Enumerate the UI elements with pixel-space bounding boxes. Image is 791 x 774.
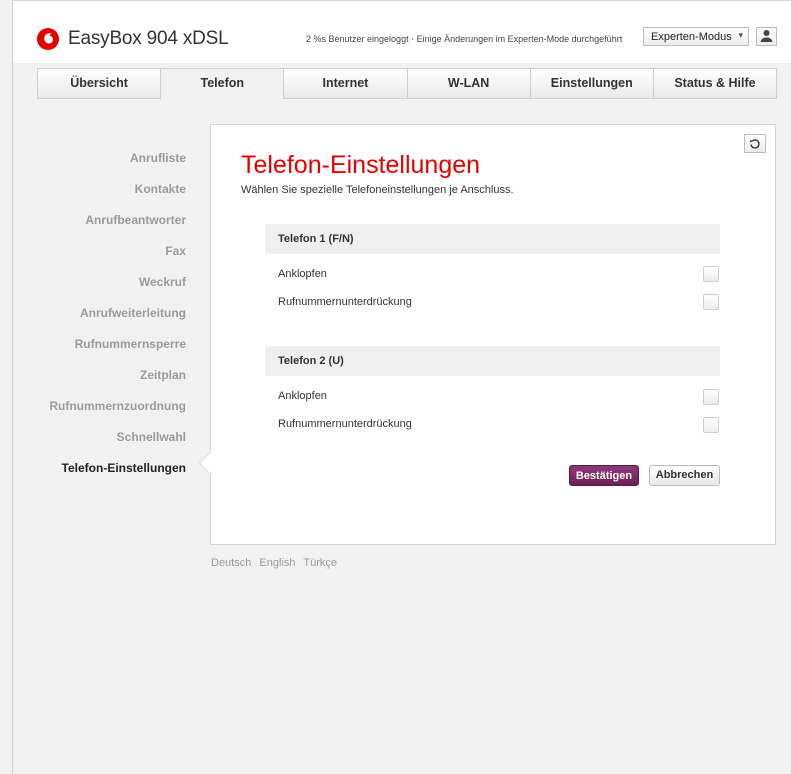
mode-select[interactable]: Experten-Modus ▾ xyxy=(643,27,749,46)
sidebar-item-anrufweiterleitung[interactable]: Anrufweiterleitung xyxy=(0,298,186,329)
tab-wlan[interactable]: W-LAN xyxy=(406,68,530,99)
sidebar-item-telefon-einstellungen[interactable]: Telefon-Einstellungen xyxy=(0,453,186,484)
main-nav: Übersicht Telefon Internet W-LAN Einstel… xyxy=(37,68,778,100)
vodafone-logo xyxy=(37,28,59,50)
panel-pointer-fill xyxy=(200,452,211,474)
login-status-text: 2 %s Benutzer eingeloggt · Einige Änderu… xyxy=(306,34,623,44)
section-heading-telefon-1: Telefon 1 (F/N) xyxy=(265,224,720,254)
caret-down-icon: ▾ xyxy=(738,30,743,40)
sidebar-item-schnellwahl[interactable]: Schnellwahl xyxy=(0,422,186,453)
sidebar-item-weckruf[interactable]: Weckruf xyxy=(0,267,186,298)
sidebar-item-zeitplan[interactable]: Zeitplan xyxy=(0,360,186,391)
anklopfen-checkbox-2[interactable] xyxy=(703,389,719,405)
language-links: Deutsch English Türkçe xyxy=(211,557,342,569)
sidebar-item-anrufbeantworter[interactable]: Anrufbeantworter xyxy=(0,205,186,236)
reset-icon xyxy=(750,139,760,149)
anklopfen-checkbox-1[interactable] xyxy=(703,266,719,282)
confirm-button[interactable]: Bestätigen xyxy=(569,465,639,486)
page-title: Telefon-Einstellungen xyxy=(241,151,481,179)
tab-telefon[interactable]: Telefon xyxy=(160,68,284,100)
tab-einstellungen[interactable]: Einstellungen xyxy=(529,68,653,99)
language-link-english[interactable]: English xyxy=(259,557,295,569)
anklopfen-label-1: Anklopfen xyxy=(278,268,327,280)
tab-internet[interactable]: Internet xyxy=(283,68,407,99)
rufnummernunterdrueckung-label-1: Rufnummernunterdrückung xyxy=(278,296,412,308)
reset-button[interactable] xyxy=(744,134,766,153)
sidebar: Anrufliste Kontakte Anrufbeantworter Fax… xyxy=(0,143,186,484)
rufnummernunterdrueckung-checkbox-2[interactable] xyxy=(703,417,719,433)
brand-title: EasyBox 904 xDSL xyxy=(68,28,229,49)
sidebar-item-rufnummernsperre[interactable]: Rufnummernsperre xyxy=(0,329,186,360)
cancel-button[interactable]: Abbrechen xyxy=(649,465,720,486)
page-subtitle: Wählen Sie spezielle Telefoneinstellunge… xyxy=(241,184,514,196)
sidebar-item-kontakte[interactable]: Kontakte xyxy=(0,174,186,205)
language-link-deutsch[interactable]: Deutsch xyxy=(211,557,251,569)
tab-uebersicht[interactable]: Übersicht xyxy=(37,68,161,99)
sidebar-item-fax[interactable]: Fax xyxy=(0,236,186,267)
mode-select-value: Experten-Modus xyxy=(651,31,732,43)
user-button[interactable] xyxy=(756,27,777,46)
anklopfen-label-2: Anklopfen xyxy=(278,390,327,402)
rufnummernunterdrueckung-checkbox-1[interactable] xyxy=(703,294,719,310)
user-icon xyxy=(760,30,773,42)
rufnummernunterdrueckung-label-2: Rufnummernunterdrückung xyxy=(278,418,412,430)
section-heading-telefon-2: Telefon 2 (U) xyxy=(265,346,720,376)
language-link-tuerkce[interactable]: Türkçe xyxy=(303,557,337,569)
sidebar-item-anrufliste[interactable]: Anrufliste xyxy=(0,143,186,174)
tab-status-hilfe[interactable]: Status & Hilfe xyxy=(652,68,778,99)
sidebar-item-rufnummernzuordnung[interactable]: Rufnummernzuordnung xyxy=(0,391,186,422)
